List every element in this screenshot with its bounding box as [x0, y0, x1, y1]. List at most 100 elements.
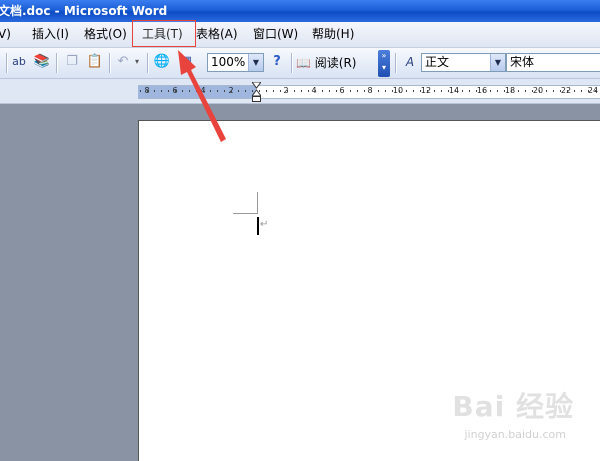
- ruler-number: 20: [532, 86, 544, 95]
- ruler-tick: [329, 90, 330, 92]
- ruler-tick: [406, 90, 407, 92]
- zoom-combo[interactable]: 100% ▼: [207, 53, 264, 72]
- ruler-number: 18: [504, 86, 516, 95]
- ruler-tick: [210, 90, 211, 92]
- ruler-tick: [546, 90, 547, 92]
- indent-marker-icon[interactable]: [252, 82, 261, 102]
- ruler-tick: [364, 90, 365, 92]
- ruler-tick: [581, 90, 582, 92]
- ruler-tick: [336, 90, 337, 92]
- ruler-tick: [322, 90, 323, 92]
- ruler-tick: [518, 90, 519, 92]
- ruler-tick: [378, 90, 379, 92]
- ruler-tick: [203, 90, 204, 92]
- standard-toolbar: ab 📚 ❐ 📋 ↶ ▾ 🌐 ▦ 100% ▼ ? 📖 阅读(R) A 正文 ▼…: [0, 48, 600, 79]
- undo-dropdown-icon[interactable]: ▾: [132, 53, 142, 71]
- toolbar-separator: [6, 53, 7, 73]
- read-button[interactable]: 📖 阅读(R): [296, 54, 356, 72]
- paste-icon[interactable]: 📋: [86, 53, 104, 71]
- chevron-down-icon[interactable]: ▼: [490, 54, 505, 71]
- undo-icon[interactable]: ↶: [114, 53, 132, 71]
- ruler-tick: [280, 90, 281, 92]
- ruler-tick: [595, 90, 596, 92]
- ruler-tick: [588, 90, 589, 92]
- menu-view[interactable]: V): [0, 22, 11, 47]
- ruler-tick: [273, 90, 274, 92]
- ruler-tick: [238, 90, 239, 92]
- ruler-tick: [399, 90, 400, 92]
- ruler-tick: [266, 90, 267, 92]
- ruler-tick: [182, 90, 183, 92]
- toolbar-separator: [395, 53, 396, 73]
- ruler-tick: [532, 90, 533, 92]
- crop-mark-vertical: [257, 192, 258, 214]
- ruler-tick: [385, 90, 386, 92]
- ruler-tick: [224, 90, 225, 92]
- ruler-tick: [196, 90, 197, 92]
- ruler-tick: [147, 90, 148, 92]
- copy-icon[interactable]: ❐: [63, 53, 81, 71]
- window-title: 文档.doc - Microsoft Word: [0, 4, 168, 18]
- ruler-tick: [294, 90, 295, 92]
- ruler-number: 16: [476, 86, 488, 95]
- toolbar-separator: [291, 53, 292, 73]
- ruler-tick: [539, 90, 540, 92]
- toolbar-options-icon[interactable]: » ▾: [378, 50, 390, 77]
- menu-insert[interactable]: 插入(I): [32, 22, 69, 47]
- ruler-tick: [231, 90, 232, 92]
- ruler-tick: [343, 90, 344, 92]
- ruler-tick: [483, 90, 484, 92]
- read-icon: 📖: [296, 56, 311, 70]
- ruler-tick: [308, 90, 309, 92]
- watermark-url: jingyan.baidu.com: [464, 428, 566, 441]
- crop-mark-horizontal: [233, 213, 257, 214]
- ruler-number: 14: [448, 86, 460, 95]
- ruler-left-margin: [138, 85, 256, 99]
- menu-table[interactable]: 表格(A): [196, 22, 238, 47]
- horizontal-ruler: 8 6 4 2 2 4 6 8 10 12 14 16 18 20 22 24: [0, 79, 600, 104]
- ruler-tick: [497, 90, 498, 92]
- style-combo[interactable]: 正文 ▼: [421, 53, 506, 72]
- research-icon[interactable]: 📚: [33, 53, 51, 71]
- ruler-tick: [560, 90, 561, 92]
- ruler-tick: [168, 90, 169, 92]
- ruler-tick: [392, 90, 393, 92]
- toolbar-separator: [109, 53, 110, 73]
- chevron-down-icon[interactable]: ▼: [248, 54, 263, 71]
- menu-help[interactable]: 帮助(H): [312, 22, 354, 47]
- ruler-tick: [217, 90, 218, 92]
- ruler-tick: [245, 90, 246, 92]
- ruler-tick: [161, 90, 162, 92]
- tools-menu-highlight-box: [132, 20, 196, 47]
- ruler-tick: [511, 90, 512, 92]
- zoom-value: 100%: [211, 55, 246, 69]
- menu-bar: V) 插入(I) 格式(O) 工具(T) 表格(A) 窗口(W) 帮助(H): [0, 22, 600, 48]
- title-bar: 文档.doc - Microsoft Word: [0, 0, 600, 22]
- table-icon[interactable]: ▦: [177, 53, 195, 71]
- styles-icon[interactable]: A: [401, 53, 419, 71]
- paragraph-mark: ↵: [260, 219, 269, 230]
- ruler-tick: [413, 90, 414, 92]
- read-label: 阅读(R): [314, 56, 357, 70]
- ruler-number: 24: [587, 86, 599, 95]
- toolbar-separator: [147, 53, 148, 73]
- menu-window[interactable]: 窗口(W): [253, 22, 298, 47]
- ruler-tick: [448, 90, 449, 92]
- ruler-tick: [420, 90, 421, 92]
- ruler-tick: [357, 90, 358, 92]
- ruler-tick: [175, 90, 176, 92]
- ruler-tick: [567, 90, 568, 92]
- spelling-icon[interactable]: ab: [10, 53, 28, 71]
- ruler-tick: [476, 90, 477, 92]
- help-icon[interactable]: ?: [268, 53, 286, 71]
- ruler-tick: [154, 90, 155, 92]
- hyperlink-icon[interactable]: 🌐: [153, 53, 171, 71]
- ruler-tick: [441, 90, 442, 92]
- font-value: 宋体: [510, 55, 535, 69]
- toolbar-separator: [56, 53, 57, 73]
- menu-format[interactable]: 格式(O): [84, 22, 127, 47]
- ruler-tick: [490, 90, 491, 92]
- font-combo[interactable]: 宋体: [506, 53, 600, 72]
- ruler-tick: [287, 90, 288, 92]
- ruler-tick: [350, 90, 351, 92]
